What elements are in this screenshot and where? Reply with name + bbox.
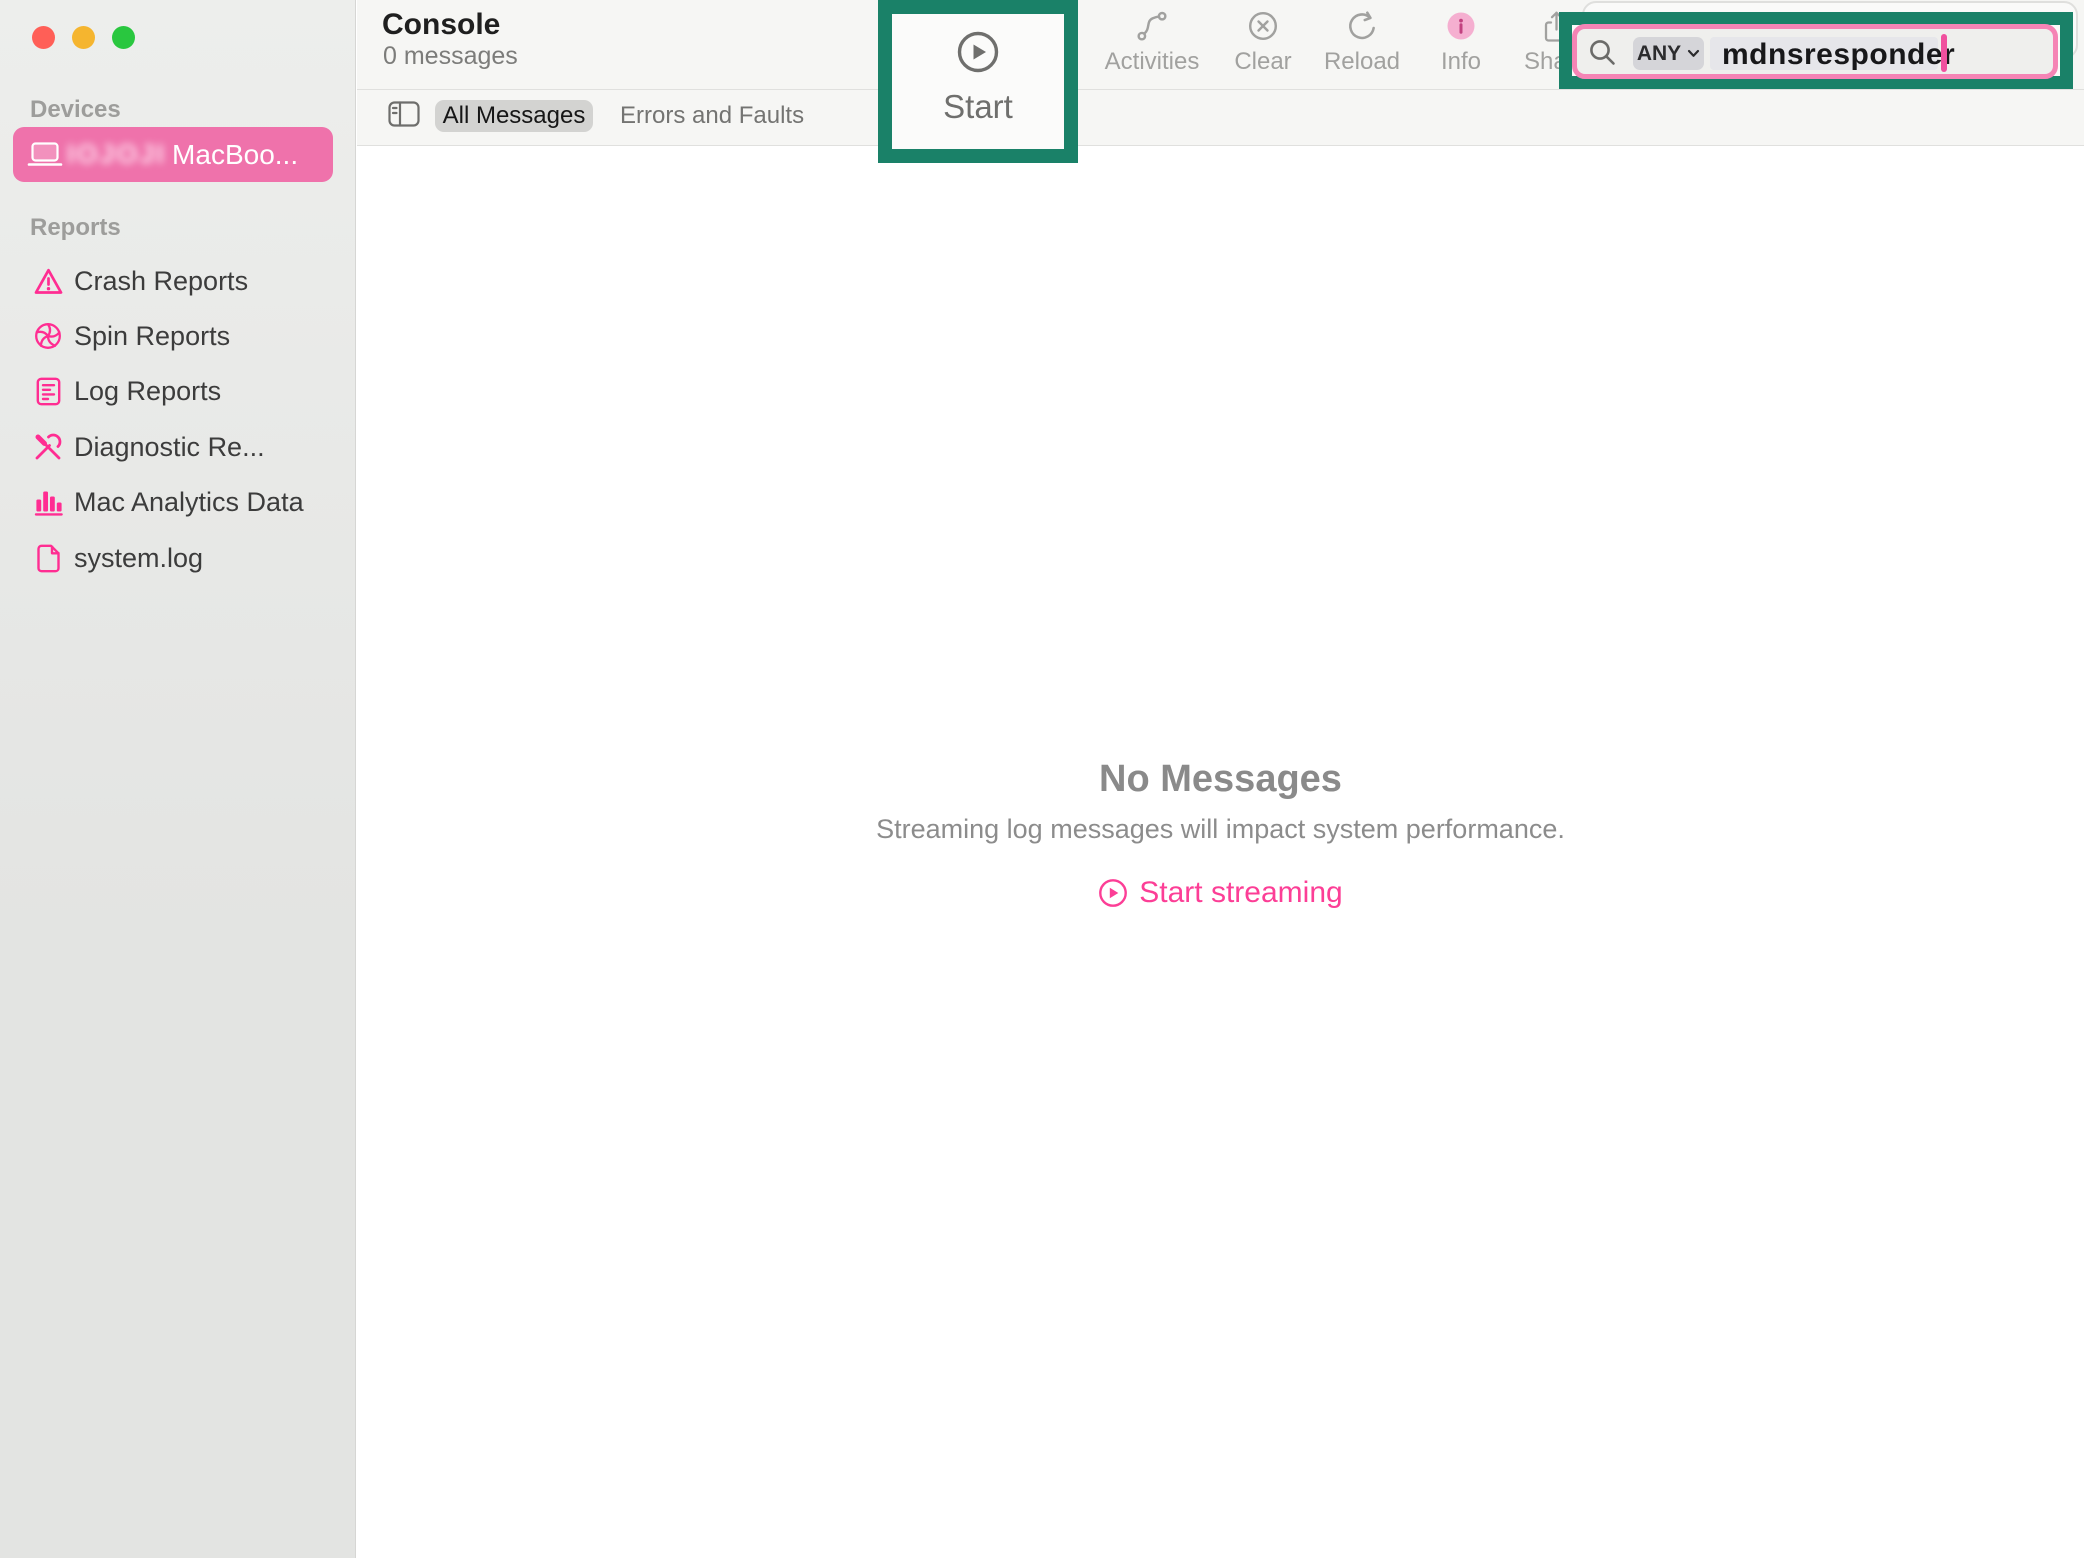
warning-triangle-icon: [32, 265, 64, 297]
bar-chart-icon: [32, 486, 64, 518]
sidebar-item-diagnostic-reports[interactable]: Diagnostic Re...: [0, 419, 356, 475]
sidebar-item-label: Diagnostic Re...: [74, 432, 265, 463]
activities-button[interactable]: Activities: [1097, 6, 1207, 84]
search-scope-label: ANY: [1637, 42, 1681, 66]
log-document-icon: [32, 375, 64, 407]
sidebar-item-mac-analytics-data[interactable]: Mac Analytics Data: [0, 474, 356, 530]
sidebar-item-spin-reports[interactable]: Spin Reports: [0, 308, 356, 364]
search-scope-dropdown[interactable]: ANY: [1633, 37, 1704, 70]
empty-state-subtitle: Streaming log messages will impact syste…: [357, 814, 2084, 845]
tab-label: All Messages: [443, 102, 586, 130]
laptop-icon: [27, 141, 63, 168]
sidebar-item-label: system.log: [74, 543, 203, 574]
reports-section-header: Reports: [30, 214, 121, 242]
sidebar-item-crash-reports[interactable]: Crash Reports: [0, 253, 356, 309]
sidebar-toggle-button[interactable]: [388, 101, 420, 127]
info-icon: [1446, 6, 1476, 46]
sidebar-item-system-log[interactable]: system.log: [0, 530, 356, 586]
zoom-button[interactable]: [112, 26, 135, 49]
sidebar: Devices IOJOJI MacBoo... Reports Cra: [0, 0, 356, 1558]
toolbar-button-label: Clear: [1234, 48, 1291, 76]
sidebar-item-label: Crash Reports: [74, 266, 248, 297]
empty-state-title: No Messages: [357, 758, 2084, 801]
tab-label: Errors and Faults: [620, 102, 804, 130]
start-streaming-label: Start streaming: [1139, 876, 1342, 910]
play-circle-icon: [956, 30, 1000, 74]
message-list-area: No Messages Streaming log messages will …: [357, 146, 2084, 1558]
search-value-text[interactable]: mdnsresponder: [1722, 38, 1955, 72]
search-icon: [1588, 38, 1618, 68]
sidebar-item-label: Mac Analytics Data: [74, 487, 304, 518]
info-button[interactable]: Info: [1406, 6, 1516, 84]
clear-button[interactable]: Clear: [1208, 6, 1318, 84]
text-cursor: [1941, 34, 1947, 72]
window-title: Console: [382, 8, 500, 42]
chevron-down-icon: [1687, 49, 1700, 58]
devices-section-header: Devices: [30, 96, 121, 124]
minimize-button[interactable]: [72, 26, 95, 49]
toolbar-button-label: Reload: [1324, 48, 1400, 76]
start-button[interactable]: Start: [892, 14, 1064, 149]
toolbar-button-label: Activities: [1105, 48, 1200, 76]
blank-document-icon: [32, 542, 64, 574]
sidebar-item-label: Spin Reports: [74, 321, 230, 352]
start-streaming-link[interactable]: Start streaming: [357, 876, 2084, 910]
tools-icon: [32, 431, 64, 463]
close-button[interactable]: [32, 26, 55, 49]
reload-button[interactable]: Reload: [1307, 6, 1417, 84]
device-name: MacBoo...: [172, 139, 298, 171]
sidebar-item-device-macbook[interactable]: IOJOJI MacBoo...: [13, 127, 333, 182]
message-count: 0 messages: [383, 42, 518, 71]
sidebar-item-label: Log Reports: [74, 376, 221, 407]
toolbar-button-label: Info: [1441, 48, 1481, 76]
pinwheel-icon: [32, 320, 64, 352]
tab-errors-and-faults[interactable]: Errors and Faults: [620, 100, 804, 132]
console-window: Devices IOJOJI MacBoo... Reports Cra: [0, 0, 2084, 1558]
activities-icon: [1136, 6, 1168, 46]
tab-all-messages[interactable]: All Messages: [435, 100, 593, 132]
play-circle-icon: [1098, 878, 1128, 908]
device-name-redacted: IOJOJI: [67, 139, 166, 170]
clear-icon: [1247, 6, 1279, 46]
sidebar-item-log-reports[interactable]: Log Reports: [0, 363, 356, 419]
toolbar-divider: [357, 89, 2084, 90]
start-button-label: Start: [943, 88, 1013, 126]
reload-icon: [1346, 6, 1378, 46]
